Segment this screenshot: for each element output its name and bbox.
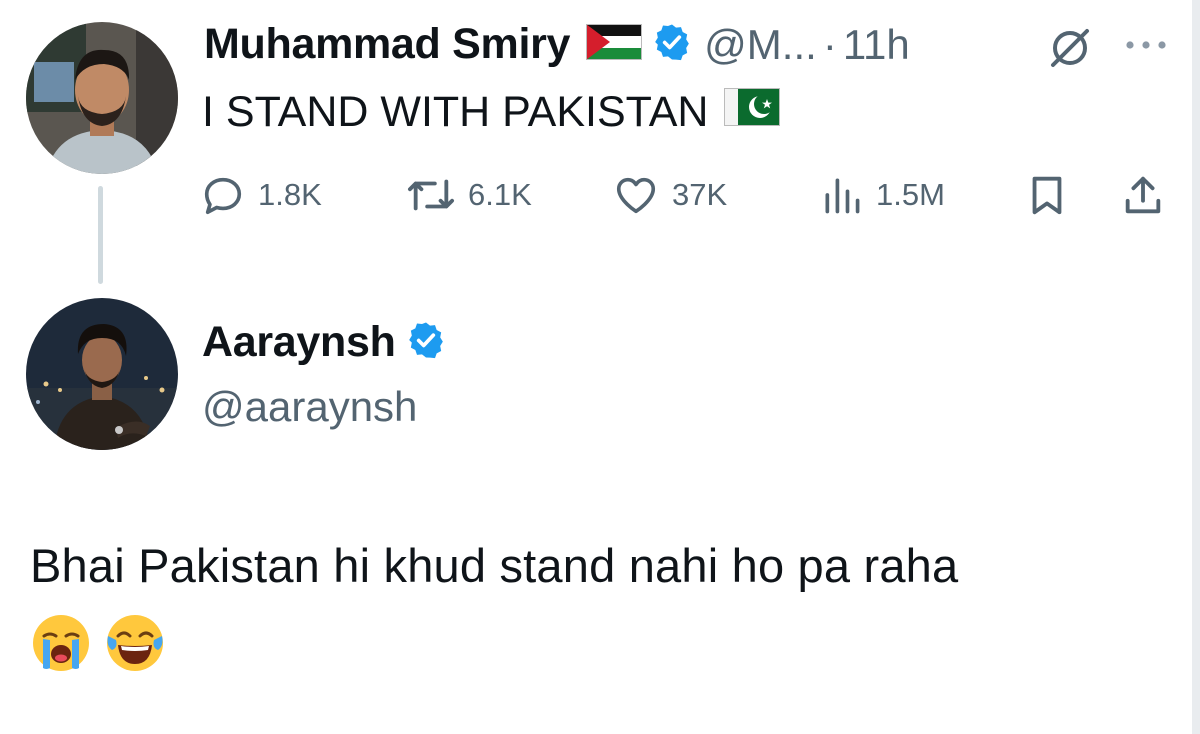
bookmark-icon bbox=[1032, 176, 1062, 215]
verified-badge-icon[interactable] bbox=[406, 320, 446, 365]
reply-author-handle[interactable]: @aaraynsh bbox=[202, 383, 417, 431]
reply-icon bbox=[204, 177, 242, 215]
tweet-body: I STAND WITH PAKISTAN bbox=[202, 88, 709, 136]
repost-button[interactable]: 6.1K bbox=[406, 172, 532, 218]
views-count: 1.5M bbox=[876, 177, 945, 212]
author-handle[interactable]: @M... bbox=[704, 21, 817, 69]
loudly-crying-face-icon bbox=[30, 612, 92, 679]
repost-icon bbox=[407, 179, 454, 211]
like-button[interactable]: 37K bbox=[612, 172, 727, 218]
avatar-muhammad-smiry[interactable] bbox=[26, 22, 178, 174]
avatar-aaraynsh[interactable] bbox=[26, 298, 178, 450]
tears-of-joy-icon bbox=[104, 612, 166, 679]
reply-emojis bbox=[30, 612, 166, 679]
share-icon bbox=[1125, 176, 1161, 214]
more-icon[interactable] bbox=[1124, 38, 1168, 56]
reply-author-name[interactable]: Aaraynsh bbox=[202, 318, 396, 367]
thread-line bbox=[98, 186, 103, 284]
tweet-actions: 1.8K 6.1K 37K 1.5M bbox=[200, 172, 1170, 218]
reply-text: Bhai Pakistan hi khud stand nahi ho pa r… bbox=[30, 539, 959, 592]
reply-button[interactable]: 1.8K bbox=[200, 172, 322, 218]
timestamp[interactable]: 11h bbox=[843, 21, 910, 69]
like-icon bbox=[616, 177, 656, 214]
pakistan-flag-icon bbox=[724, 88, 781, 137]
views-icon bbox=[825, 178, 860, 214]
repost-count: 6.1K bbox=[468, 177, 532, 212]
views-button[interactable]: 1.5M bbox=[820, 172, 945, 218]
grok-icon[interactable] bbox=[1048, 26, 1092, 75]
reply-author-row: Aaraynsh bbox=[202, 318, 446, 367]
share-button[interactable] bbox=[1120, 172, 1166, 218]
reply-count: 1.8K bbox=[258, 177, 322, 212]
palestine-flag-icon bbox=[586, 24, 643, 65]
bookmark-button[interactable] bbox=[1024, 172, 1070, 218]
scroll-edge bbox=[1192, 0, 1200, 734]
like-count: 37K bbox=[672, 177, 728, 212]
tweet-text: I STAND WITH PAKISTAN bbox=[202, 88, 781, 137]
tweet-header: Muhammad Smiry @M... · 11h bbox=[204, 20, 910, 69]
separator: · bbox=[822, 20, 837, 68]
author-name[interactable]: Muhammad Smiry bbox=[204, 20, 570, 69]
verified-badge-icon[interactable] bbox=[652, 22, 692, 67]
